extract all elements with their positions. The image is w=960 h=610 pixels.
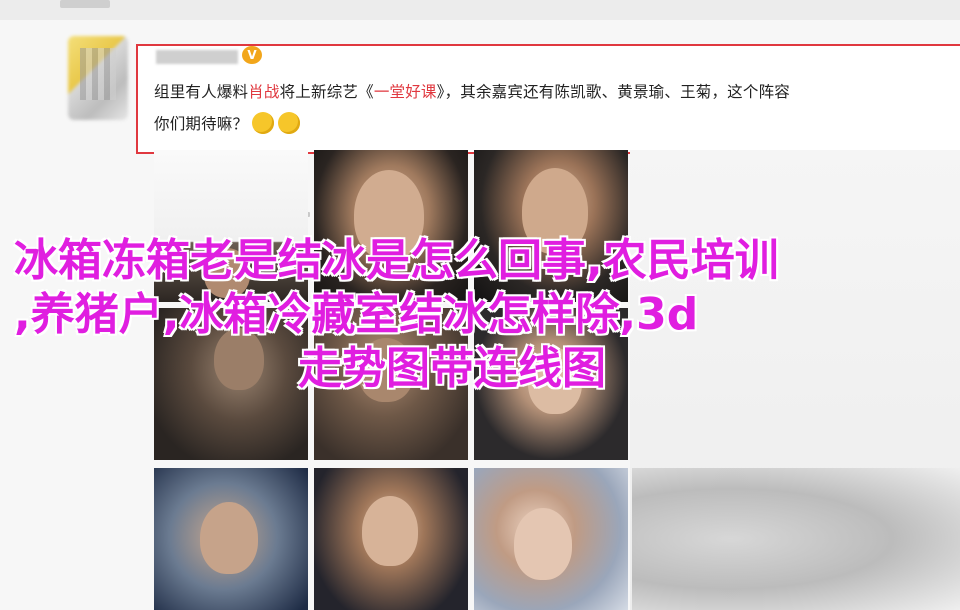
thinking-face-icon bbox=[278, 112, 301, 134]
highlighted-post: V 组里有人爆料肖战将上新综艺《一堂好课》，其余嘉宾还有陈凯歌、黄景瑜、王菊，这… bbox=[136, 44, 960, 154]
mention-link-xiaozhan[interactable]: 肖战 bbox=[248, 83, 279, 101]
person-face bbox=[200, 502, 258, 574]
thinking-face-icon bbox=[252, 112, 275, 134]
photo-cell-8[interactable] bbox=[314, 468, 468, 610]
person-face bbox=[362, 496, 418, 566]
top-fragment bbox=[60, 0, 110, 8]
username-blurred[interactable] bbox=[156, 50, 238, 64]
post-text-prefix: 组里有人爆料 bbox=[154, 83, 249, 101]
person-face bbox=[514, 508, 572, 580]
right-partial-photo bbox=[632, 468, 960, 610]
overlay-title-line-1: 冰箱冻箱老是结冰是怎么回事,农民培训 bbox=[14, 235, 779, 286]
top-strip bbox=[0, 0, 960, 20]
verified-badge-icon: V bbox=[242, 46, 262, 64]
topic-link-show[interactable]: 一堂好课 bbox=[374, 83, 437, 101]
post-text-line-2: 你们期待嘛？ bbox=[154, 112, 301, 134]
photo-cell-7[interactable] bbox=[154, 468, 308, 610]
post-text-question: 你们期待嘛？ bbox=[154, 115, 249, 133]
post-text-line-1: 组里有人爆料肖战将上新综艺《一堂好课》，其余嘉宾还有陈凯歌、黄景瑜、王菊，这个阵… bbox=[154, 80, 790, 102]
overlay-title-line-2: ,养猪户,冰箱冷藏室结冰怎样除,3d bbox=[14, 289, 699, 340]
photo-cell-9[interactable] bbox=[474, 468, 628, 610]
screenshot-canvas: V 组里有人爆料肖战将上新综艺《一堂好课》，其余嘉宾还有陈凯歌、黄景瑜、王菊，这… bbox=[0, 0, 960, 610]
avatar-mosaic bbox=[80, 48, 116, 100]
post-text-mid: 将上新综艺《 bbox=[279, 83, 374, 101]
post-text-suffix: 》，其余嘉宾还有陈凯歌、黄景瑜、王菊，这个阵容 bbox=[436, 83, 790, 101]
overlay-title-line-3: 走势图带连线图 bbox=[298, 343, 606, 394]
